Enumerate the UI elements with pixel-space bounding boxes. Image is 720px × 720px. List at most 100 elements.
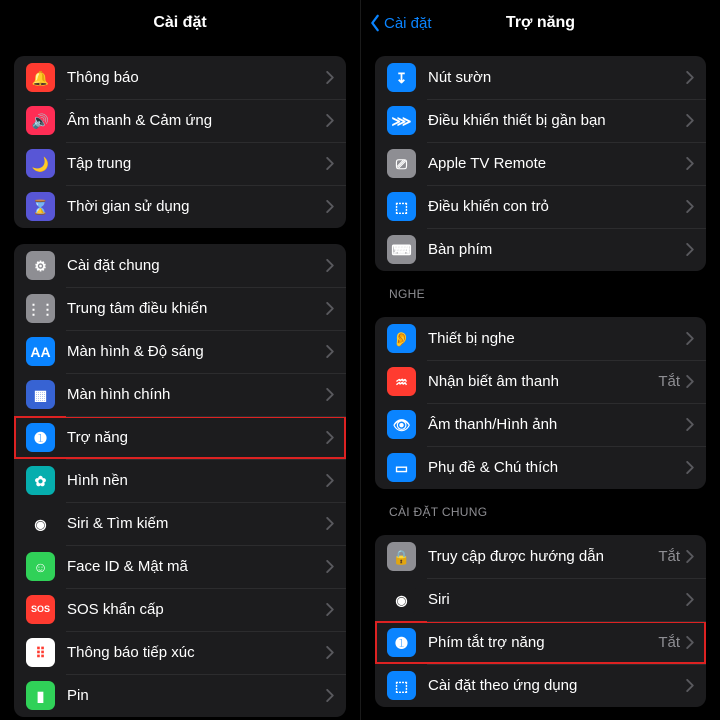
chevron-right-icon xyxy=(686,71,694,84)
row-label: Face ID & Mật mã xyxy=(67,558,326,575)
nearby-control-row[interactable]: ⋙ Điều khiển thiết bị gần bạn xyxy=(375,99,706,142)
chevron-right-icon xyxy=(326,689,334,702)
screentime-icon: ⌛ xyxy=(26,192,55,221)
exposure-row[interactable]: ⠿Thông báo tiếp xúc xyxy=(14,631,346,674)
chevron-right-icon xyxy=(326,71,334,84)
section-header: NGHE xyxy=(375,287,706,301)
siri-row[interactable]: ◉ Siri & Tìm kiếm xyxy=(14,502,346,545)
row-label: Điều khiển con trỏ xyxy=(428,198,686,215)
settings-pane: Cài đặt 🔔Thông báo🔊Âm thanh & Cảm ứng🌙Tậ… xyxy=(0,0,360,720)
per-app-settings-row[interactable]: ⬚ Cài đặt theo ứng dụng xyxy=(375,664,706,707)
row-label: Thiết bị nghe xyxy=(428,330,686,347)
chevron-right-icon xyxy=(686,593,694,606)
side-button-icon: ↧ xyxy=(387,63,416,92)
siri-icon: ◉ xyxy=(387,585,416,614)
chevron-right-icon xyxy=(686,461,694,474)
accessibility-row[interactable]: ➊ Trợ năng xyxy=(14,416,346,459)
hearing-devices-row[interactable]: 👂Thiết bị nghe xyxy=(375,317,706,360)
chevron-right-icon xyxy=(326,646,334,659)
display-icon: AA xyxy=(26,337,55,366)
accessibility-shortcut-row[interactable]: ➊ Phím tắt trợ năngTắt xyxy=(375,621,706,664)
accessibility-shortcut-icon: ➊ xyxy=(387,628,416,657)
row-label: Thông báo xyxy=(67,69,326,86)
chevron-left-icon xyxy=(369,14,381,32)
chevron-right-icon xyxy=(686,679,694,692)
row-label: Tập trung xyxy=(67,155,326,172)
row-label: Âm thanh/Hình ảnh xyxy=(428,416,686,433)
row-label: Phụ đề & Chú thích xyxy=(428,459,686,476)
guided-access-icon: 🔒 xyxy=(387,542,416,571)
row-label: Siri & Tìm kiếm xyxy=(67,515,326,532)
row-label: Màn hình chính xyxy=(67,386,326,403)
accessibility-content[interactable]: ↧ Nút sườn ⋙ Điều khiển thiết bị gần bạn ⎚Ap… xyxy=(361,46,720,720)
exposure-icon: ⠿ xyxy=(26,638,55,667)
settings-group: 🔔Thông báo🔊Âm thanh & Cảm ứng🌙Tập trung⌛… xyxy=(14,56,346,228)
chevron-right-icon xyxy=(326,157,334,170)
sos-icon: SOS xyxy=(26,595,55,624)
page-title: Trợ năng xyxy=(506,14,575,32)
pointer-control-row[interactable]: ⬚ Điều khiển con trỏ xyxy=(375,185,706,228)
chevron-right-icon xyxy=(686,418,694,431)
keyboard-row[interactable]: ⌨︎Bàn phím xyxy=(375,228,706,271)
chevron-right-icon xyxy=(326,114,334,127)
faceid-icon: ☺︎ xyxy=(26,552,55,581)
chevron-right-icon xyxy=(686,243,694,256)
chevron-right-icon xyxy=(326,302,334,315)
audio-visual-row[interactable]: 👁Âm thanh/Hình ảnh xyxy=(375,403,706,446)
row-label: Trợ năng xyxy=(67,429,326,446)
chevron-right-icon xyxy=(686,550,694,563)
screentime-row[interactable]: ⌛Thời gian sử dụng xyxy=(14,185,346,228)
settings-group: 👂Thiết bị nghe♒︎Nhận biết âm thanhTắt👁Âm… xyxy=(375,317,706,489)
chevron-right-icon xyxy=(326,431,334,444)
apple-tv-remote-row[interactable]: ⎚Apple TV Remote xyxy=(375,142,706,185)
side-button-row[interactable]: ↧ Nút sườn xyxy=(375,56,706,99)
settings-group: 🔒Truy cập được hướng dẫnTắt◉Siri➊Phím tắ… xyxy=(375,535,706,707)
subtitles-row[interactable]: ▭ Phụ đề & Chú thích xyxy=(375,446,706,489)
home-screen-icon: ▦ xyxy=(26,380,55,409)
chevron-right-icon xyxy=(326,517,334,530)
accessibility-icon: ➊ xyxy=(26,423,55,452)
faceid-row[interactable]: ☺︎ Face ID & Mật mã xyxy=(14,545,346,588)
row-value: Tắt xyxy=(658,634,680,651)
row-value: Tắt xyxy=(658,373,680,390)
settings-group: ⚙︎Cài đặt chung⋮⋮Trung tâm điều khiển AA M… xyxy=(14,244,346,717)
subtitles-icon: ▭ xyxy=(387,453,416,482)
pointer-control-icon: ⬚ xyxy=(387,192,416,221)
sound-recognition-row[interactable]: ♒︎Nhận biết âm thanhTắt xyxy=(375,360,706,403)
back-button[interactable]: Cài đặt xyxy=(369,14,432,32)
chevron-right-icon xyxy=(686,200,694,213)
row-value: Tắt xyxy=(658,548,680,565)
chevron-right-icon xyxy=(686,636,694,649)
battery-row[interactable]: ▮Pin xyxy=(14,674,346,717)
home-screen-row[interactable]: ▦ Màn hình chính xyxy=(14,373,346,416)
row-label: Nút sườn xyxy=(428,69,686,86)
general-row[interactable]: ⚙︎Cài đặt chung xyxy=(14,244,346,287)
control-center-row[interactable]: ⋮⋮Trung tâm điều khiển xyxy=(14,287,346,330)
settings-group: ↧ Nút sườn ⋙ Điều khiển thiết bị gần bạn ⎚Ap… xyxy=(375,56,706,271)
chevron-right-icon xyxy=(326,200,334,213)
wallpaper-row[interactable]: ✿Hình nền xyxy=(14,459,346,502)
section-header: CÀI ĐẶT CHUNG xyxy=(375,505,706,519)
row-label: Màn hình & Độ sáng xyxy=(67,343,326,360)
notifications-row[interactable]: 🔔Thông báo xyxy=(14,56,346,99)
header: Cài đặt xyxy=(0,0,360,46)
row-label: Điều khiển thiết bị gần bạn xyxy=(428,112,686,129)
row-label: Apple TV Remote xyxy=(428,155,686,172)
display-row[interactable]: AA Màn hình & Độ sáng xyxy=(14,330,346,373)
settings-content[interactable]: 🔔Thông báo🔊Âm thanh & Cảm ứng🌙Tập trung⌛… xyxy=(0,46,360,720)
focus-row[interactable]: 🌙Tập trung xyxy=(14,142,346,185)
general-icon: ⚙︎ xyxy=(26,251,55,280)
guided-access-row[interactable]: 🔒 Truy cập được hướng dẫnTắt xyxy=(375,535,706,578)
row-label: Pin xyxy=(67,687,326,704)
row-label: Trung tâm điều khiển xyxy=(67,300,326,317)
row-label: Phím tắt trợ năng xyxy=(428,634,658,651)
siri-icon: ◉ xyxy=(26,509,55,538)
sos-row[interactable]: SOSSOS khẩn cấp xyxy=(14,588,346,631)
row-label: Truy cập được hướng dẫn xyxy=(428,548,658,565)
sounds-row[interactable]: 🔊Âm thanh & Cảm ứng xyxy=(14,99,346,142)
siri-row[interactable]: ◉Siri xyxy=(375,578,706,621)
per-app-settings-icon: ⬚ xyxy=(387,671,416,700)
row-label: Cài đặt theo ứng dụng xyxy=(428,677,686,694)
sound-recognition-icon: ♒︎ xyxy=(387,367,416,396)
nearby-control-icon: ⋙ xyxy=(387,106,416,135)
